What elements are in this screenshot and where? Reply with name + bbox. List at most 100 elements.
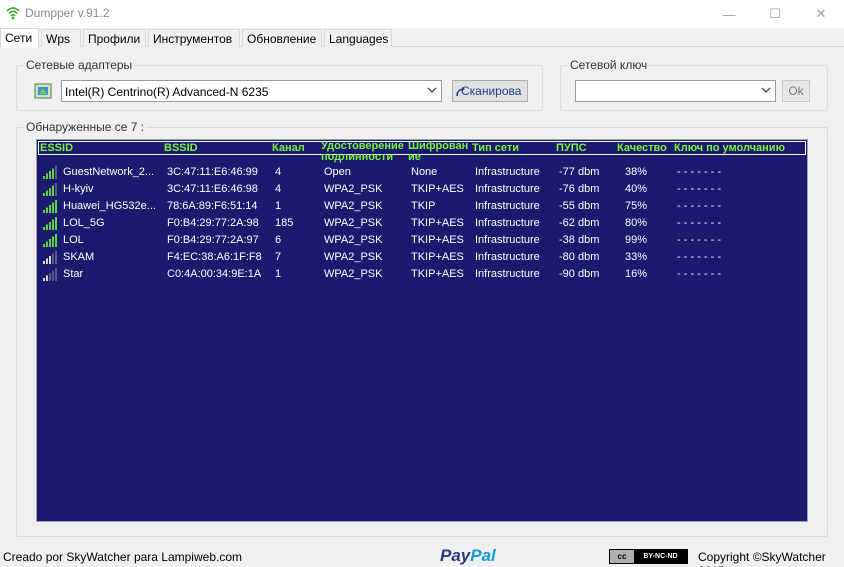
- network-key-legend: Сетевой ключ: [568, 58, 650, 72]
- cell-auth: WPA2_PSK: [324, 268, 383, 280]
- col-auth[interactable]: Удостоверение подлинности: [321, 141, 407, 163]
- cell-essid: LOL: [63, 234, 84, 246]
- cell-quality: 16%: [625, 268, 648, 280]
- chevron-down-icon: [427, 87, 437, 93]
- paypal-logo[interactable]: PayPal: [440, 546, 496, 566]
- signal-strength-icon: [43, 183, 57, 196]
- cell-rssi: -62 dbm: [559, 217, 600, 229]
- cell-bssid: 3C:47:11:E6:46:98: [167, 183, 258, 195]
- network-list[interactable]: ESSID BSSID Канал Удостоверение подлинно…: [36, 139, 808, 522]
- col-default-key[interactable]: Ключ по умолчанию: [674, 143, 785, 154]
- signal-strength-icon: [43, 234, 57, 247]
- col-essid[interactable]: ESSID: [40, 143, 73, 154]
- signal-strength-icon: [43, 217, 57, 230]
- scan-button[interactable]: Сканирова: [452, 80, 528, 102]
- cc-license-badge[interactable]: cc BY-NC-ND: [609, 549, 688, 564]
- cell-quality: 75%: [625, 200, 648, 212]
- cell-channel: 1: [275, 268, 282, 280]
- network-row[interactable]: LOL_5G F0:B4:29:77:2A:98 185 WPA2_PSK TKIP+A…: [37, 215, 807, 232]
- cell-type: Infrastructure: [475, 251, 540, 263]
- col-quality[interactable]: Качество: [617, 143, 667, 154]
- close-button[interactable]: ✕: [798, 0, 844, 28]
- cell-quality: 38%: [625, 166, 648, 178]
- cell-rssi: -76 dbm: [559, 183, 600, 195]
- adapter-select-value: Intel(R) Centrino(R) Advanced-N 6235: [65, 85, 269, 99]
- cell-channel: 4: [275, 166, 282, 178]
- cell-rssi: -80 dbm: [559, 251, 600, 263]
- network-row[interactable]: SKAM F4:EC:38:A6:1F:F8 7 WPA2_PSK TKIP+AES In…: [37, 249, 807, 266]
- cell-default-key: - - - - - - -: [677, 234, 721, 246]
- col-channel[interactable]: Канал: [272, 143, 305, 154]
- tab-networks[interactable]: Сети: [0, 28, 39, 48]
- cell-auth: WPA2_PSK: [324, 217, 383, 229]
- cell-type: Infrastructure: [475, 200, 540, 212]
- tab-wps[interactable]: Wps: [41, 29, 81, 47]
- cell-bssid: 78:6A:89:F6:51:14: [167, 200, 258, 212]
- cell-essid: LOL_5G: [63, 217, 105, 229]
- col-cipher[interactable]: Шифрование: [408, 141, 470, 163]
- cell-essid: SKAM: [63, 251, 95, 263]
- tab-tools[interactable]: Инструментов: [148, 29, 240, 47]
- signal-strength-icon: [43, 166, 57, 179]
- cell-rssi: -77 dbm: [559, 166, 600, 178]
- cell-default-key: - - - - - - -: [677, 251, 721, 263]
- cell-auth: WPA2_PSK: [324, 234, 383, 246]
- col-bssid[interactable]: BSSID: [164, 143, 198, 154]
- cell-bssid: C0:4A:00:34:9E:1A: [167, 268, 262, 280]
- cell-auth: WPA2_PSK: [324, 183, 383, 195]
- adapter-select[interactable]: Intel(R) Centrino(R) Advanced-N 6235: [61, 80, 442, 102]
- cell-type: Infrastructure: [475, 166, 540, 178]
- cell-channel: 7: [275, 251, 282, 263]
- cell-cipher: TKIP+AES: [411, 217, 464, 229]
- cell-essid: GuestNetwork_2...: [63, 166, 155, 178]
- network-row[interactable]: H-kyiv 3C:47:11:E6:46:98 4 WPA2_PSK TKIP+AES…: [37, 181, 807, 198]
- cell-default-key: - - - - - - -: [677, 268, 721, 280]
- cell-cipher: TKIP+AES: [411, 268, 464, 280]
- network-row[interactable]: GuestNetwork_2... 3C:47:11:E6:46:99 4 Open N…: [37, 164, 807, 181]
- tab-languages[interactable]: Languages: [324, 29, 392, 47]
- cell-channel: 6: [275, 234, 282, 246]
- paypal-pal: Pal: [470, 546, 496, 565]
- network-row[interactable]: Star C0:4A:00:34:9E:1A 1 WPA2_PSK TKIP+AES In…: [37, 266, 807, 283]
- cell-essid: Huawei_HG532e...: [63, 200, 156, 212]
- credit-text: Creado por SkyWatcher para Lampiweb.com: [3, 550, 242, 564]
- tab-update[interactable]: Обновление: [242, 29, 322, 47]
- cell-bssid: 3C:47:11:E6:46:99: [167, 166, 258, 178]
- network-list-header: ESSID BSSID Канал Удостоверение подлинно…: [38, 141, 806, 163]
- chevron-down-icon: [761, 87, 771, 93]
- cell-auth: WPA2_PSK: [324, 251, 383, 263]
- cell-rssi: -90 dbm: [559, 268, 600, 280]
- cell-cipher: None: [411, 166, 438, 178]
- networks-legend: Обнаруженные се 7 :: [24, 120, 147, 134]
- col-type[interactable]: Тип сети: [472, 143, 519, 154]
- status-bar: Creado por SkyWatcher para Lampiweb.com …: [0, 545, 844, 567]
- cell-quality: 40%: [625, 183, 648, 195]
- ok-button[interactable]: Ok: [782, 80, 810, 102]
- cell-cipher: TKIP+AES: [411, 183, 464, 195]
- cell-essid: Star: [63, 268, 84, 280]
- cell-default-key: - - - - - - -: [677, 200, 721, 212]
- signal-strength-icon: [43, 268, 57, 281]
- cell-type: Infrastructure: [475, 217, 540, 229]
- cc-icon: cc: [610, 550, 634, 563]
- cell-default-key: - - - - - - -: [677, 166, 721, 178]
- network-key-select[interactable]: [575, 80, 776, 102]
- cell-bssid: F0:B4:29:77:2A:98: [167, 217, 259, 229]
- cell-type: Infrastructure: [475, 268, 540, 280]
- maximize-button[interactable]: ☐: [752, 0, 798, 28]
- cell-channel: 185: [275, 217, 294, 229]
- tab-profiles[interactable]: Профили: [83, 29, 146, 47]
- network-adapter-icon: [34, 83, 52, 99]
- cell-essid: H-kyiv: [63, 183, 94, 195]
- cell-quality: 99%: [625, 234, 648, 246]
- network-row[interactable]: Huawei_HG532e... 78:6A:89:F6:51:14 1 WPA2_P…: [37, 198, 807, 215]
- cell-quality: 33%: [625, 251, 648, 263]
- cell-bssid: F4:EC:38:A6:1F:F8: [167, 251, 262, 263]
- col-rssi[interactable]: ПУПС: [556, 143, 587, 154]
- copyright-text: Copyright ©SkyWatcher 2017: [698, 550, 826, 567]
- cell-default-key: - - - - - - -: [677, 183, 721, 195]
- cell-bssid: F0:B4:29:77:2A:97: [167, 234, 259, 246]
- minimize-button[interactable]: —: [706, 0, 752, 28]
- network-row[interactable]: LOL F0:B4:29:77:2A:97 6 WPA2_PSK TKIP+AES Inf…: [37, 232, 807, 249]
- license-label: BY-NC-ND: [634, 550, 687, 563]
